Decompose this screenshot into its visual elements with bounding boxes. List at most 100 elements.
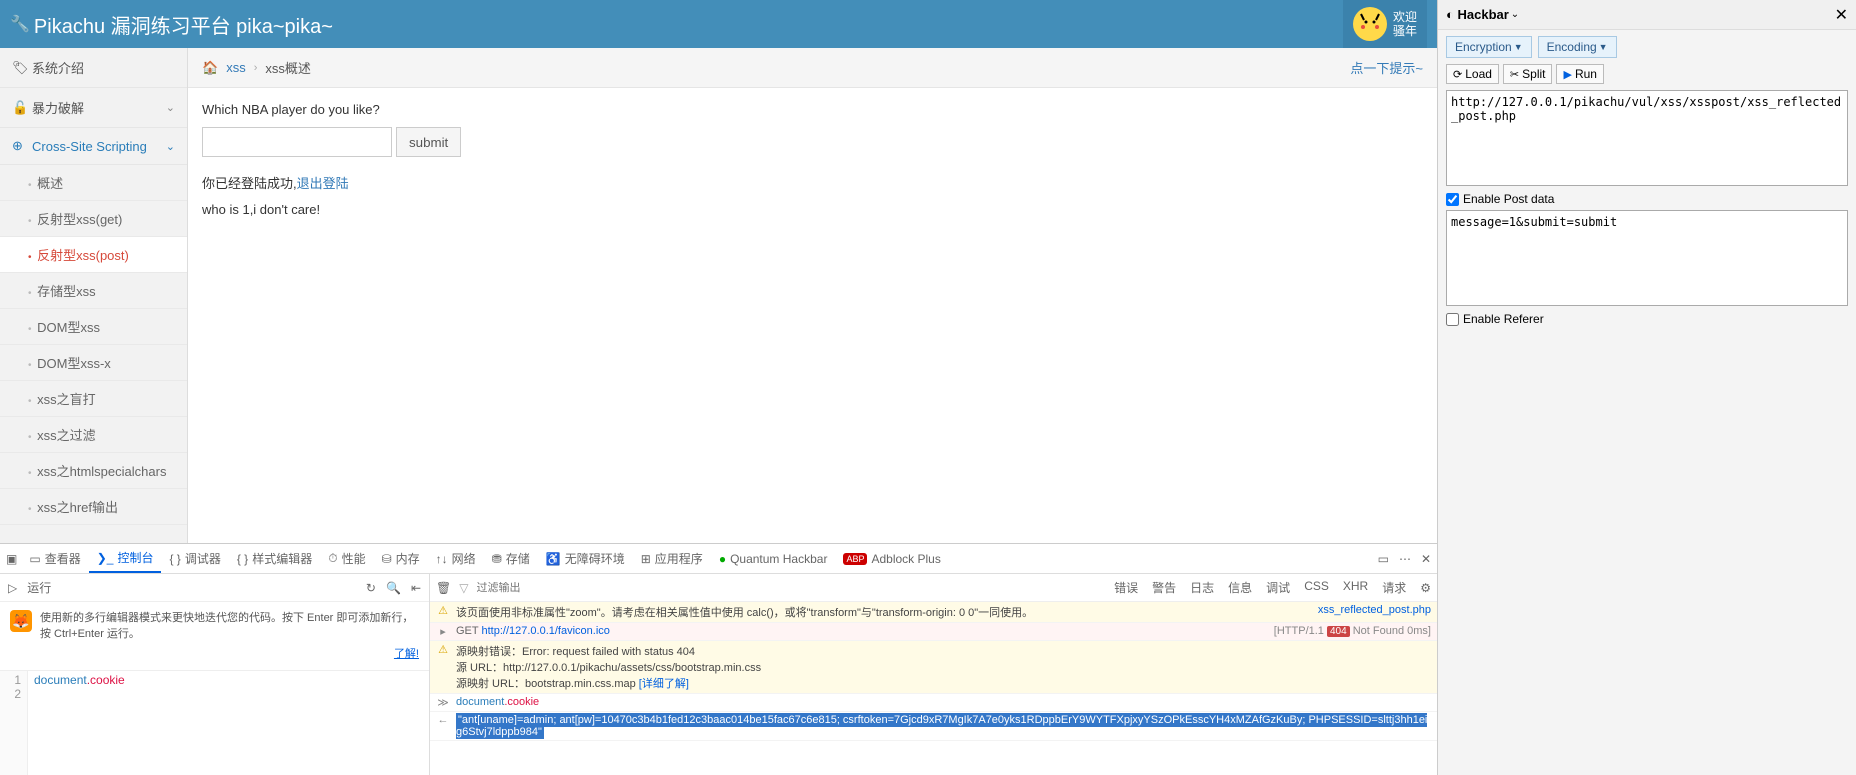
devtools-tab-6[interactable]: ↑↓网络: [428, 544, 484, 573]
source-link[interactable]: xss_reflected_post.php: [1318, 604, 1431, 616]
filter-1[interactable]: 警告: [1146, 577, 1182, 598]
welcome-text: 欢迎 骚年: [1393, 10, 1417, 38]
sidebar-group-bruteforce[interactable]: 🔓 暴力破解 ⌄: [0, 88, 187, 128]
message-input[interactable]: [202, 127, 392, 157]
split-icon: ✂: [1510, 68, 1519, 81]
hackbar-title: Hackbar: [1457, 7, 1508, 22]
play-icon: ▶: [1563, 68, 1571, 81]
load-icon: ⟳: [1453, 68, 1462, 81]
hint-know-link[interactable]: 了解!: [40, 646, 419, 662]
collapse-icon[interactable]: ⇤: [411, 581, 421, 595]
devtools-tab-1[interactable]: ❯_控制台: [89, 544, 162, 573]
history-icon[interactable]: ↻: [366, 581, 376, 595]
xss-sublist: • 概述• 反射型xss(get)• 反射型xss(post)• 存储型xss•…: [0, 165, 187, 525]
sidebar-item-xss-1[interactable]: • 反射型xss(get): [0, 201, 187, 237]
sidebar-item-xss-3[interactable]: • 存储型xss: [0, 273, 187, 309]
welcome-box[interactable]: 欢迎 骚年: [1343, 0, 1427, 48]
filter-5[interactable]: CSS: [1298, 577, 1335, 598]
home-icon[interactable]: 🏠: [202, 60, 218, 76]
sidebar-item-xss-7[interactable]: • xss之过滤: [0, 417, 187, 453]
key-icon: 🔧: [10, 14, 30, 34]
post-data-textarea[interactable]: [1446, 210, 1848, 306]
devtools-tab-8[interactable]: ♿无障碍环境: [538, 544, 633, 573]
tab-icon: ●: [719, 552, 726, 566]
filter-6[interactable]: XHR: [1337, 577, 1374, 598]
avatar: [1353, 7, 1387, 41]
devtools-tab-9[interactable]: ⊞应用程序: [633, 544, 711, 573]
load-button[interactable]: ⟳Load: [1446, 64, 1499, 84]
enable-post-input[interactable]: [1446, 193, 1459, 206]
devtools-tab-10[interactable]: ●Quantum Hackbar: [711, 544, 836, 573]
close-icon[interactable]: ✕: [1835, 5, 1848, 25]
response-text: who is 1,i don't care!: [202, 202, 1423, 217]
run-icon[interactable]: ▷: [8, 581, 17, 595]
tab-icon: ⛁: [382, 552, 392, 566]
content: Which NBA player do you like? submit 你已经…: [188, 88, 1437, 241]
xss-icon: ⊕: [12, 138, 28, 154]
more-icon[interactable]: ⋯: [1399, 552, 1411, 566]
devtools-tab-0[interactable]: ▭查看器: [21, 544, 88, 573]
encoding-dropdown[interactable]: Encoding▼: [1538, 36, 1617, 58]
hint-link[interactable]: 点一下提示~: [1350, 58, 1423, 77]
filter-7[interactable]: 请求: [1376, 577, 1412, 598]
sidebar-item-xss-0[interactable]: • 概述: [0, 165, 187, 201]
enable-referer-checkbox[interactable]: Enable Referer: [1438, 312, 1856, 330]
breadcrumb-xss[interactable]: xss: [226, 60, 246, 75]
enable-post-checkbox[interactable]: Enable Post data: [1438, 192, 1856, 210]
chevron-down-icon: ⌄: [166, 140, 175, 153]
hint-text: 使用新的多行编辑器模式来更快地迭代您的代码。按下 Enter 即可添加新行，按 …: [40, 612, 413, 640]
logout-link[interactable]: 退出登陆: [297, 176, 349, 191]
sidebar-item-xss-9[interactable]: • xss之href输出: [0, 489, 187, 525]
encryption-dropdown[interactable]: Encryption▼: [1446, 36, 1532, 58]
devtools-tab-4[interactable]: ⏱性能: [320, 544, 373, 573]
search-icon[interactable]: 🔍: [386, 581, 401, 595]
devtools-tab-2[interactable]: { }调试器: [161, 544, 228, 573]
console-row: ≫document.cookie: [430, 694, 1437, 712]
sidebar-item-xss-4[interactable]: • DOM型xss: [0, 309, 187, 345]
console-output-panel: 🗑 ▽ 错误警告日志信息调试CSSXHR请求 ⚙ ⚠该页面使用非标准属性"zoo…: [430, 574, 1437, 775]
url-textarea[interactable]: [1446, 90, 1848, 186]
enable-referer-input[interactable]: [1446, 313, 1459, 326]
console-filters: 错误警告日志信息调试CSSXHR请求: [1108, 577, 1412, 598]
editor-hint: 🦊 使用新的多行编辑器模式来更快地迭代您的代码。按下 Enter 即可添加新行，…: [0, 602, 429, 671]
submit-button[interactable]: submit: [396, 127, 461, 157]
caret-icon[interactable]: ▸: [436, 625, 450, 638]
filter-3[interactable]: 信息: [1222, 577, 1258, 598]
chevron-right-icon: ›: [254, 62, 258, 74]
devtools-tab-7[interactable]: ⛃存储: [484, 544, 538, 573]
firefox-icon: 🦊: [10, 610, 32, 632]
trash-icon[interactable]: 🗑: [436, 581, 451, 595]
sidebar-item-xss-5[interactable]: • DOM型xss-x: [0, 345, 187, 381]
sidebar-item-xss-2[interactable]: • 反射型xss(post): [0, 237, 187, 273]
hackbar-titlebar: ◐ Hackbar ⌄ ✕: [1438, 0, 1856, 30]
sidebar-item-xss-6[interactable]: • xss之盲打: [0, 381, 187, 417]
devtools-tab-5[interactable]: ⛁内存: [374, 544, 428, 573]
devtools-tab-11[interactable]: ABPAdblock Plus: [835, 544, 948, 573]
filter-0[interactable]: 错误: [1108, 577, 1144, 598]
filter-2[interactable]: 日志: [1184, 577, 1220, 598]
close-icon[interactable]: ✕: [1421, 552, 1431, 566]
tab-icon: ⛃: [492, 552, 502, 566]
responsive-icon[interactable]: ▭: [1378, 552, 1389, 566]
sidebar-group-xss[interactable]: ⊕ Cross-Site Scripting ⌄: [0, 128, 187, 165]
split-button[interactable]: ✂Split: [1503, 64, 1553, 84]
filter-input[interactable]: [476, 582, 618, 594]
console-log: ⚠该页面使用非标准属性"zoom"。请考虑在相关属性值中使用 calc()，或将…: [430, 602, 1437, 775]
chevron-down-icon[interactable]: ⌄: [1511, 9, 1519, 20]
sidebar-item-xss-8[interactable]: • xss之htmlspecialchars: [0, 453, 187, 489]
lock-icon: 🔓: [12, 100, 28, 116]
settings-icon[interactable]: ⚙: [1420, 581, 1431, 595]
hackbar-icon: ◐: [1446, 7, 1454, 22]
devtools-tab-3[interactable]: { }样式编辑器: [229, 544, 320, 573]
dock-icon[interactable]: ▣: [6, 552, 17, 566]
learn-more-link[interactable]: [详细了解]: [639, 678, 689, 690]
filter-4[interactable]: 调试: [1260, 577, 1296, 598]
console-editor[interactable]: 12 document.cookie: [0, 671, 429, 775]
breadcrumb-current: xss概述: [265, 58, 311, 77]
console-row: ▸GET http://127.0.0.1/favicon.ico[HTTP/1…: [430, 623, 1437, 641]
sidebar-group-intro[interactable]: 🏷 系统介绍: [0, 48, 187, 88]
run-button[interactable]: ▶Run: [1556, 64, 1603, 84]
run-label[interactable]: 运行: [27, 579, 51, 596]
tab-icon: ❯_: [97, 551, 114, 565]
tab-icon: { }: [237, 552, 248, 566]
